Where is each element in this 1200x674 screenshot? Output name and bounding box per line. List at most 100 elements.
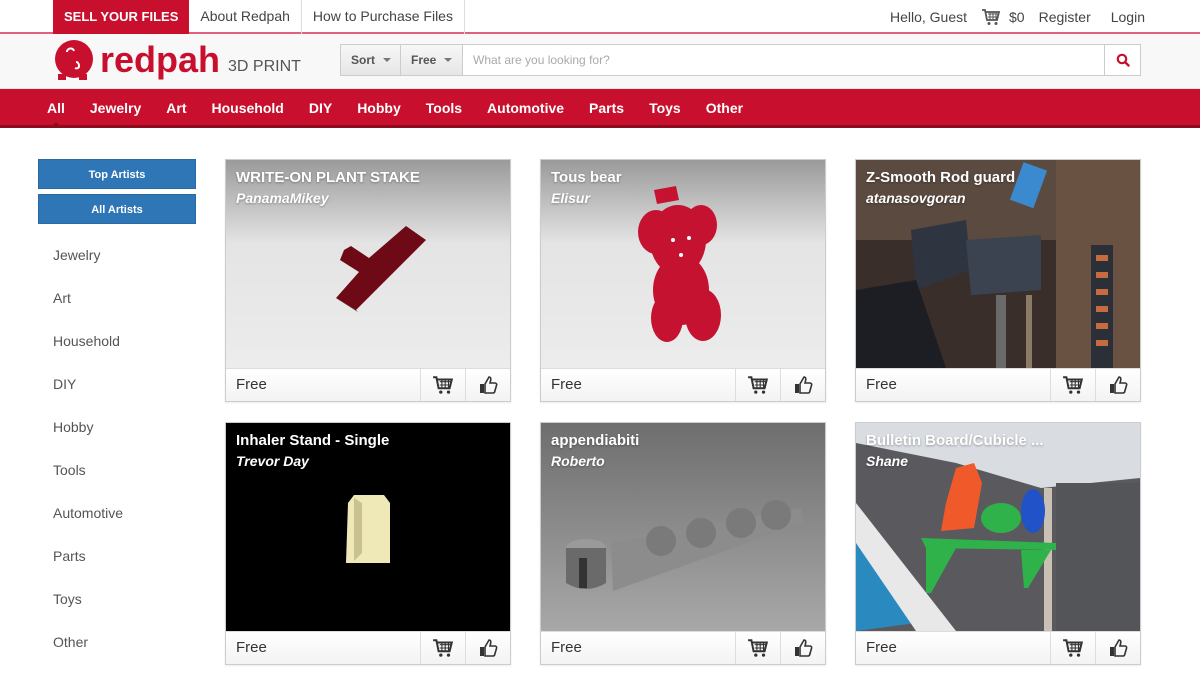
login-link[interactable]: Login — [1111, 9, 1145, 25]
logo-subtitle: 3D PRINT — [228, 58, 301, 75]
nav-item-art[interactable]: Art — [158, 89, 194, 125]
product-author[interactable]: Shane — [866, 453, 908, 469]
sidebar-item-art[interactable]: Art — [38, 277, 196, 320]
nav-item-toys[interactable]: Toys — [641, 89, 689, 125]
add-to-cart-button[interactable] — [420, 369, 465, 401]
cart-icon — [1063, 639, 1084, 657]
product-author[interactable]: Elisur — [551, 190, 590, 206]
product-title[interactable]: appendiabiti — [551, 432, 639, 449]
cart-icon — [748, 376, 769, 394]
nav-item-household[interactable]: Household — [204, 89, 292, 125]
nav-item-automotive[interactable]: Automotive — [479, 89, 572, 125]
elephant-logo-icon — [55, 40, 93, 80]
product-footer: Free — [226, 631, 510, 664]
search-button[interactable] — [1104, 45, 1140, 75]
like-button[interactable] — [780, 369, 825, 401]
sidebar-item-parts[interactable]: Parts — [38, 535, 196, 578]
nav-item-other[interactable]: Other — [698, 89, 751, 125]
product-card[interactable]: Z-Smooth Rod guard atanasovgoran Free — [855, 159, 1141, 402]
product-price: Free — [866, 639, 897, 656]
product-author[interactable]: PanamaMikey — [236, 190, 329, 206]
product-footer: Free — [541, 631, 825, 664]
about-redpah-link[interactable]: About Redpah — [189, 0, 302, 34]
thumbs-up-icon — [1110, 639, 1128, 657]
thumbs-up-icon — [795, 376, 813, 394]
search-icon — [1116, 53, 1130, 67]
sidebar-item-toys[interactable]: Toys — [38, 578, 196, 621]
product-footer: Free — [856, 368, 1140, 401]
how-to-purchase-link[interactable]: How to Purchase Files — [302, 0, 465, 34]
product-title[interactable]: Z-Smooth Rod guard — [866, 169, 1015, 186]
add-to-cart-button[interactable] — [420, 632, 465, 664]
search-input[interactable] — [463, 45, 1104, 75]
price-filter-label: Free — [411, 53, 437, 67]
site-header: redpah 3D PRINT Sort Free — [0, 34, 1200, 89]
like-button[interactable] — [1095, 369, 1140, 401]
add-to-cart-button[interactable] — [1050, 369, 1095, 401]
sidebar-item-other[interactable]: Other — [38, 621, 196, 664]
top-artists-button[interactable]: Top Artists — [38, 159, 196, 189]
product-price: Free — [551, 376, 582, 393]
nav-item-diy[interactable]: DIY — [301, 89, 340, 125]
price-filter-dropdown[interactable]: Free — [401, 45, 463, 75]
nav-item-tools[interactable]: Tools — [418, 89, 470, 125]
add-to-cart-button[interactable] — [1050, 632, 1095, 664]
search-bar: Sort Free — [340, 44, 1141, 76]
product-footer: Free — [541, 368, 825, 401]
like-button[interactable] — [465, 632, 510, 664]
product-title[interactable]: WRITE-ON PLANT STAKE — [236, 169, 420, 186]
product-author[interactable]: atanasovgoran — [866, 190, 966, 206]
sell-your-files-button[interactable]: SELL YOUR FILES — [53, 0, 190, 34]
nav-item-jewelry[interactable]: Jewelry — [82, 89, 149, 125]
register-link[interactable]: Register — [1039, 9, 1091, 25]
account-area: Hello, Guest $0 Register Login — [876, 0, 1145, 33]
add-to-cart-button[interactable] — [735, 369, 780, 401]
product-footer: Free — [856, 631, 1140, 664]
nav-item-hobby[interactable]: Hobby — [349, 89, 409, 125]
like-button[interactable] — [780, 632, 825, 664]
nav-item-parts[interactable]: Parts — [581, 89, 632, 125]
sidebar-item-tools[interactable]: Tools — [38, 449, 196, 492]
top-utility-bar: SELL YOUR FILES About Redpah How to Purc… — [0, 0, 1200, 34]
cart-icon — [1063, 376, 1084, 394]
like-button[interactable] — [1095, 632, 1140, 664]
sidebar: Top Artists All Artists Jewelry Art Hous… — [38, 159, 196, 664]
product-price: Free — [236, 639, 267, 656]
product-card[interactable]: WRITE-ON PLANT STAKE PanamaMikey Free — [225, 159, 511, 402]
sort-dropdown[interactable]: Sort — [341, 45, 401, 75]
product-title[interactable]: Tous bear — [551, 169, 622, 186]
thumbs-up-icon — [1110, 376, 1128, 394]
product-price: Free — [866, 376, 897, 393]
cart-icon — [433, 639, 454, 657]
product-price: Free — [551, 639, 582, 656]
cart-button[interactable] — [981, 8, 1001, 26]
all-artists-button[interactable]: All Artists — [38, 194, 196, 224]
add-to-cart-button[interactable] — [735, 632, 780, 664]
sidebar-item-automotive[interactable]: Automotive — [38, 492, 196, 535]
chevron-down-icon — [444, 58, 453, 62]
sidebar-item-jewelry[interactable]: Jewelry — [38, 234, 196, 277]
thumbs-up-icon — [480, 639, 498, 657]
logo[interactable]: redpah 3D PRINT — [52, 40, 301, 80]
product-card[interactable]: Inhaler Stand - Single Trevor Day Free — [225, 422, 511, 665]
like-button[interactable] — [465, 369, 510, 401]
product-grid: WRITE-ON PLANT STAKE PanamaMikey Free To… — [225, 159, 1141, 665]
product-title[interactable]: Bulletin Board/Cubicle ... — [866, 432, 1044, 449]
product-footer: Free — [226, 368, 510, 401]
product-author[interactable]: Trevor Day — [236, 453, 309, 469]
sidebar-item-household[interactable]: Household — [38, 320, 196, 363]
sidebar-item-diy[interactable]: DIY — [38, 363, 196, 406]
product-card[interactable]: Tous bear Elisur Free — [540, 159, 826, 402]
nav-item-all[interactable]: All — [39, 89, 73, 128]
logo-wordmark: redpah — [100, 39, 221, 80]
cart-total: $0 — [1009, 8, 1025, 25]
thumbs-up-icon — [480, 376, 498, 394]
top-links: SELL YOUR FILES About Redpah How to Purc… — [53, 0, 465, 34]
greeting-text: Hello, Guest — [889, 8, 968, 25]
sidebar-item-hobby[interactable]: Hobby — [38, 406, 196, 449]
product-title[interactable]: Inhaler Stand - Single — [236, 432, 389, 449]
sort-label: Sort — [351, 53, 375, 67]
product-card[interactable]: appendiabiti Roberto Free — [540, 422, 826, 665]
product-card[interactable]: Bulletin Board/Cubicle ... Shane Free — [855, 422, 1141, 665]
product-author[interactable]: Roberto — [551, 453, 605, 469]
